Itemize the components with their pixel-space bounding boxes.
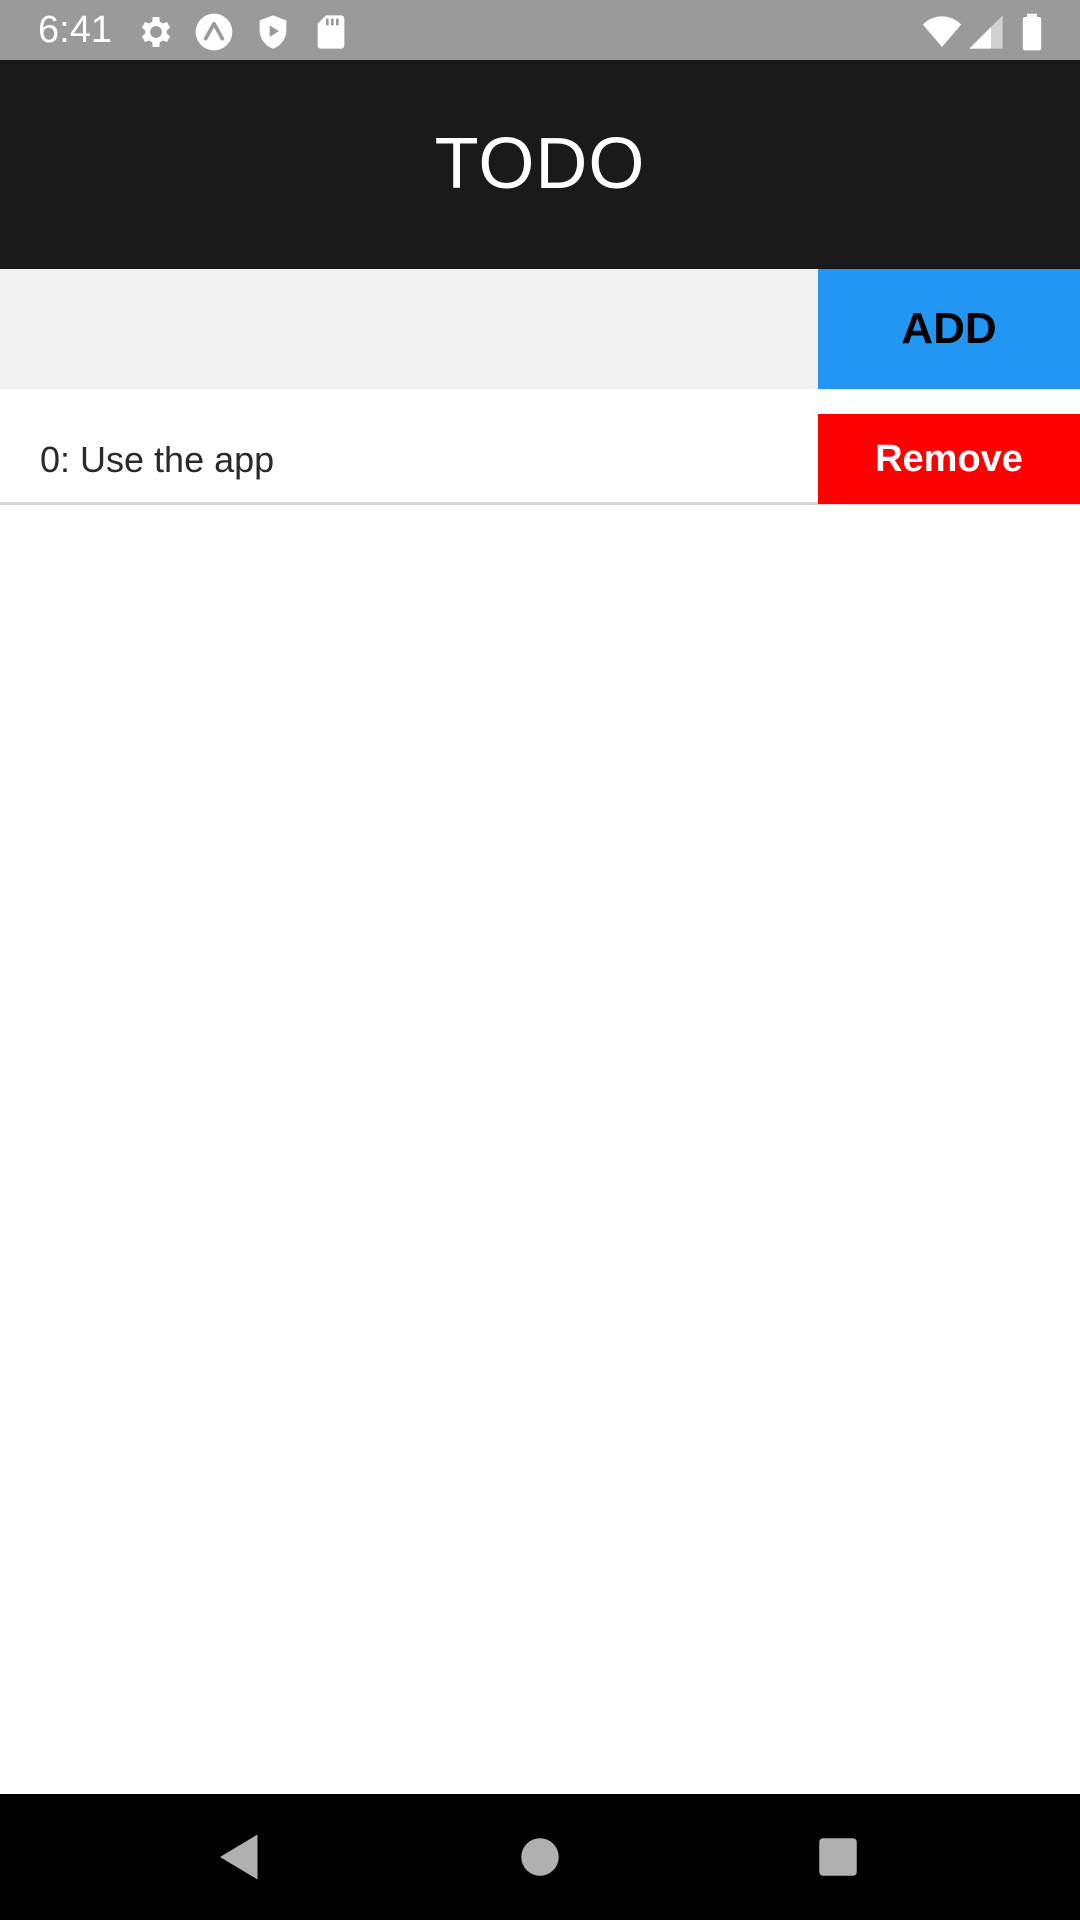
page-title: TODO xyxy=(434,124,646,204)
todo-input[interactable] xyxy=(0,269,818,389)
status-time: 6:41 xyxy=(38,9,112,51)
status-bar: 6:41 xyxy=(0,0,1080,60)
cell-signal-icon xyxy=(966,12,1006,52)
app-screen: 6:41 TODO ADD 0: Use the app Remove xyxy=(0,0,1080,1920)
remove-button[interactable]: Remove xyxy=(818,414,1080,504)
wifi-icon xyxy=(922,12,962,52)
navigation-bar xyxy=(0,1794,1080,1920)
recents-icon[interactable] xyxy=(808,1827,868,1887)
add-button[interactable]: ADD xyxy=(818,269,1080,389)
battery-icon xyxy=(1012,12,1052,52)
expo-icon xyxy=(194,12,234,52)
todo-list: 0: Use the app Remove xyxy=(0,389,1080,505)
list-item: 0: Use the app Remove xyxy=(0,389,1080,505)
add-todo-row: ADD xyxy=(0,269,1080,389)
home-icon[interactable] xyxy=(510,1827,570,1887)
shield-play-icon xyxy=(253,12,293,52)
app-header: TODO xyxy=(0,60,1080,269)
back-icon[interactable] xyxy=(210,1827,270,1887)
gear-icon xyxy=(136,12,176,52)
sd-card-icon xyxy=(311,12,351,52)
todo-text: 0: Use the app xyxy=(40,439,275,480)
